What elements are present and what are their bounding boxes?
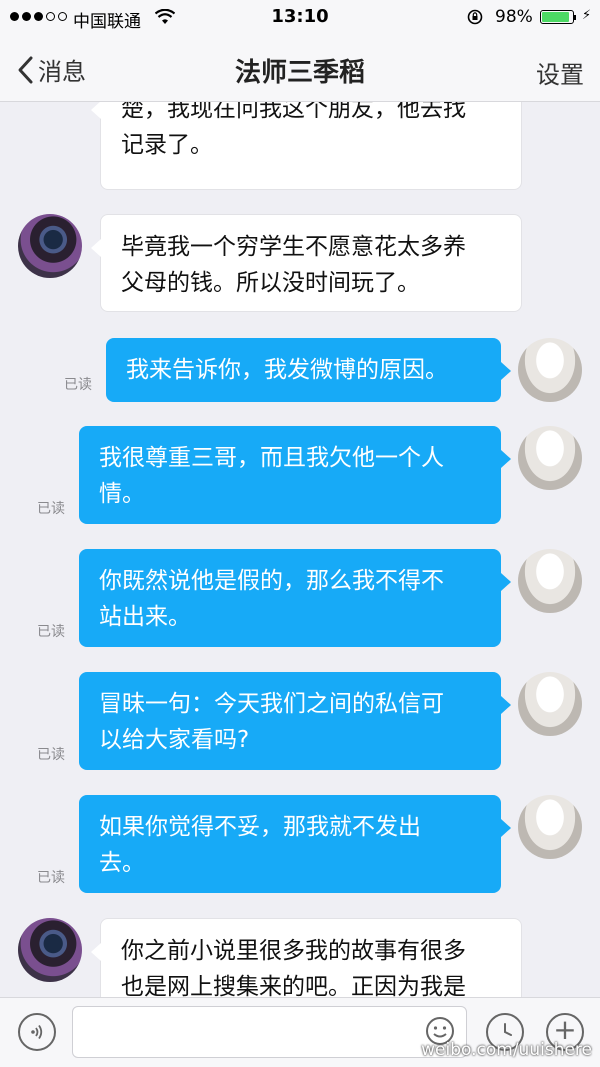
message-line: 站出来。 xyxy=(99,604,191,630)
outgoing-message[interactable]: 冒昧一句：今天我们之间的私信可 以给大家看吗? xyxy=(79,672,511,770)
incoming-message[interactable]: 毕竟我一个穷学生不愿意花太多养 父母的钱。所以没时间玩了。 xyxy=(91,214,522,312)
page-title: 法师三季稻 xyxy=(234,58,365,88)
outgoing-message[interactable]: 我很尊重三哥，而且我欠他一个人 情。 xyxy=(79,426,511,524)
message-line: 楚，我现在问我这个朋友，他去找 xyxy=(121,102,466,122)
read-receipt: 已读 xyxy=(37,870,65,886)
my-avatar[interactable] xyxy=(518,426,582,490)
message-line: 我来告诉你，我发微博的原因。 xyxy=(126,357,448,383)
outgoing-message[interactable]: 我来告诉你，我发微博的原因。 xyxy=(106,338,511,402)
read-receipt: 已读 xyxy=(37,747,65,763)
message-input[interactable] xyxy=(72,1006,467,1058)
message-line: 记录了。 xyxy=(121,132,213,158)
message-line: 也是网上搜集来的吧。正因为我是 xyxy=(121,974,466,997)
message-line: 冒昧一句：今天我们之间的私信可 xyxy=(99,691,444,717)
incoming-message[interactable]: 你之前小说里很多我的故事有很多 也是网上搜集来的吧。正因为我是 xyxy=(91,918,522,997)
voice-icon xyxy=(31,1024,43,1040)
read-receipt: 已读 xyxy=(37,501,65,517)
chat-list[interactable]: 楚，我现在问我这个朋友，他去找 记录了。 毕竟我一个穷学生不愿意花太多养 父母的… xyxy=(0,102,600,997)
message-line: 你之前小说里很多我的故事有很多 xyxy=(121,938,466,964)
outgoing-message[interactable]: 如果你觉得不妥，那我就不发出 去。 xyxy=(79,795,511,893)
rotation-lock-icon xyxy=(467,9,483,25)
status-bar: 中国联通 13:10 98% ⚡ xyxy=(0,0,600,34)
message-line: 我很尊重三哥，而且我欠他一个人 xyxy=(99,445,444,471)
settings-button[interactable]: 设置 xyxy=(536,55,584,90)
message-line: 以给大家看吗? xyxy=(99,727,250,753)
message-line: 去。 xyxy=(99,850,145,876)
message-line: 毕竟我一个穷学生不愿意花太多养 xyxy=(121,234,466,260)
message-line: 你既然说他是假的，那么我不得不 xyxy=(99,568,444,594)
outgoing-message[interactable]: 你既然说他是假的，那么我不得不 站出来。 xyxy=(79,549,511,647)
watermark: weibo.com/uuishere xyxy=(421,1040,592,1060)
message-line: 如果你觉得不妥，那我就不发出 xyxy=(99,814,421,840)
navigation-bar: 消息 法师三季稻 设置 xyxy=(0,34,600,102)
incoming-message[interactable]: 楚，我现在问我这个朋友，他去找 记录了。 xyxy=(91,102,522,190)
my-avatar[interactable] xyxy=(518,672,582,736)
battery-icon xyxy=(540,10,574,24)
my-avatar[interactable] xyxy=(518,338,582,402)
contact-avatar[interactable] xyxy=(18,918,82,982)
charging-icon: ⚡ xyxy=(582,8,592,23)
battery-tip xyxy=(574,15,576,20)
read-receipt: 已读 xyxy=(37,624,65,640)
voice-button[interactable] xyxy=(18,1013,56,1051)
message-line: 情。 xyxy=(99,481,145,507)
my-avatar[interactable] xyxy=(518,795,582,859)
message-line: 父母的钱。所以没时间玩了。 xyxy=(121,270,420,296)
read-receipt: 已读 xyxy=(64,377,92,393)
contact-avatar[interactable] xyxy=(18,214,82,278)
battery-percentage: 98% xyxy=(495,7,533,27)
my-avatar[interactable] xyxy=(518,549,582,613)
